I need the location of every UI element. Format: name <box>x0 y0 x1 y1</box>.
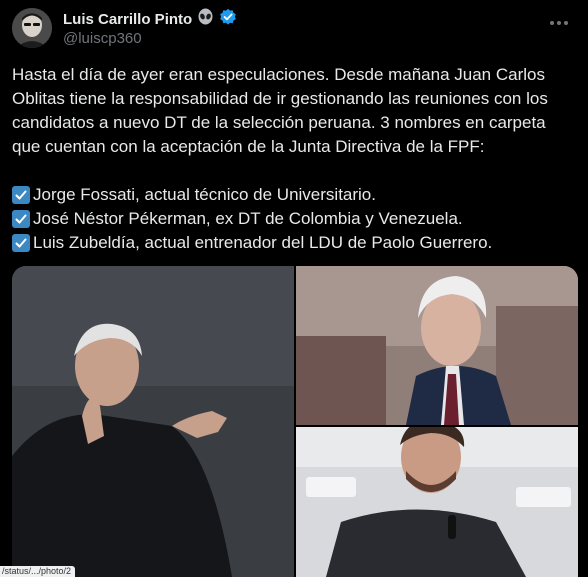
more-icon <box>549 10 569 31</box>
photo-zubeldia[interactable] <box>296 427 578 577</box>
candidate-list: Jorge Fossati, actual técnico de Univers… <box>12 183 578 255</box>
author-name-row[interactable]: Luis Carrillo Pinto <box>63 8 237 31</box>
tweet-text: Hasta el día de ayer eran especulaciones… <box>12 63 578 159</box>
tweet[interactable]: Luis Carrillo Pinto @luiscp360 Hasta el … <box>0 0 588 577</box>
tweet-paragraph: Hasta el día de ayer eran especulaciones… <box>12 65 548 156</box>
list-item-text: Jorge Fossati, actual técnico de Univers… <box>33 185 376 204</box>
more-options-button[interactable] <box>544 10 574 30</box>
status-bar-url: /status/.../photo/2 <box>0 566 76 577</box>
checkbox-icon <box>12 234 30 252</box>
photo-fossati[interactable] <box>12 266 294 577</box>
list-item: José Néstor Pékerman, ex DT de Colombia … <box>12 207 578 231</box>
avatar-photo <box>12 8 52 48</box>
checkbox-icon <box>12 210 30 228</box>
checkbox-icon <box>12 186 30 204</box>
list-item-text: Luis Zubeldía, actual entrenador del LDU… <box>33 233 493 252</box>
photo-pekerman[interactable] <box>296 266 578 425</box>
author-display-name[interactable]: Luis Carrillo Pinto <box>63 11 192 28</box>
author-handle[interactable]: @luiscp360 <box>63 30 142 47</box>
list-item-text: José Néstor Pékerman, ex DT de Colombia … <box>33 209 463 228</box>
list-item: Luis Zubeldía, actual entrenador del LDU… <box>12 231 578 255</box>
avatar[interactable] <box>12 8 52 48</box>
alien-icon <box>197 8 214 30</box>
list-item: Jorge Fossati, actual técnico de Univers… <box>12 183 578 207</box>
media-grid <box>12 266 578 577</box>
verified-icon[interactable] <box>219 8 237 31</box>
